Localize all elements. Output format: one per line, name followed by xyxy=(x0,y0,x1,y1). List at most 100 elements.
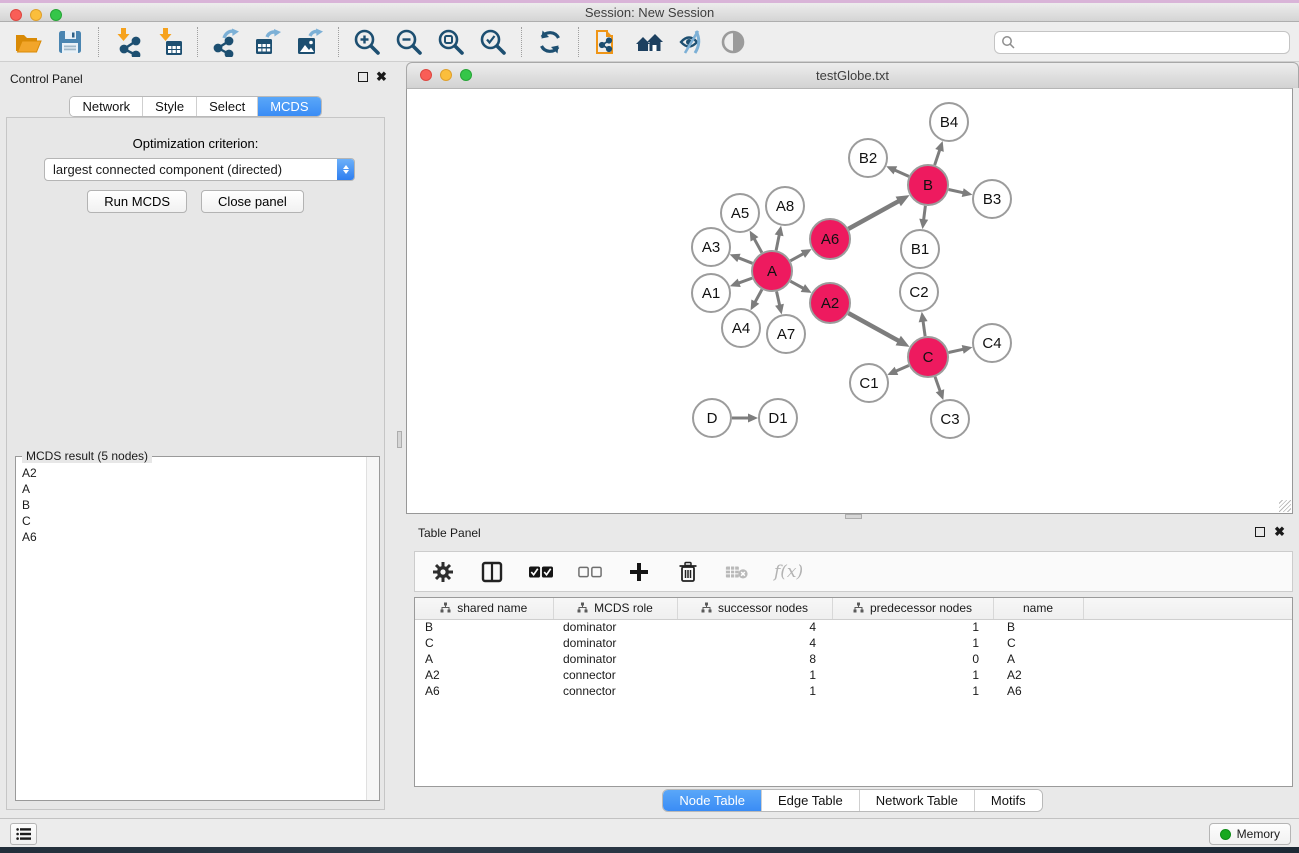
graph-node-A5[interactable]: A5 xyxy=(721,194,759,232)
export-network-icon[interactable] xyxy=(211,27,241,57)
graph-node-A8[interactable]: A8 xyxy=(766,187,804,225)
edge-C-C3[interactable] xyxy=(935,377,940,392)
run-mcds-button[interactable]: Run MCDS xyxy=(87,190,187,213)
table-row[interactable]: Cdominator41C xyxy=(415,635,1292,651)
table-row[interactable]: Bdominator41B xyxy=(415,619,1292,635)
network-close-icon[interactable] xyxy=(420,69,432,81)
network-minimize-icon[interactable] xyxy=(440,69,452,81)
tab-node-table[interactable]: Node Table xyxy=(663,790,761,811)
tab-network-table[interactable]: Network Table xyxy=(859,790,974,811)
graph-node-C2[interactable]: C2 xyxy=(900,273,938,311)
edge-A-A5[interactable] xyxy=(754,238,762,253)
task-history-button[interactable] xyxy=(10,823,37,845)
graph-node-B1[interactable]: B1 xyxy=(901,230,939,268)
result-item[interactable]: A xyxy=(17,481,365,497)
edge-A-A4[interactable] xyxy=(755,289,762,303)
vertical-splitter-handle[interactable] xyxy=(397,431,402,448)
graph-node-A[interactable]: A xyxy=(752,251,792,291)
result-item[interactable]: B xyxy=(17,497,365,513)
delete-column-trash-icon[interactable] xyxy=(676,560,700,584)
close-panel-icon[interactable]: ✖ xyxy=(376,72,387,82)
import-network-icon[interactable] xyxy=(112,27,142,57)
hide-selected-icon[interactable] xyxy=(676,27,706,57)
edge-C-C2[interactable] xyxy=(923,320,925,336)
column-header-successor-nodes[interactable]: successor nodes xyxy=(677,598,832,619)
column-header-predecessor-nodes[interactable]: predecessor nodes xyxy=(832,598,993,619)
graph-node-A7[interactable]: A7 xyxy=(767,315,805,353)
tab-edge-table[interactable]: Edge Table xyxy=(761,790,859,811)
zoom-in-icon[interactable] xyxy=(352,27,382,57)
result-item[interactable]: C xyxy=(17,513,365,529)
tab-motifs[interactable]: Motifs xyxy=(974,790,1042,811)
edge-B-B2[interactable] xyxy=(894,170,909,177)
zoom-fit-icon[interactable] xyxy=(436,27,466,57)
import-table-icon[interactable] xyxy=(154,27,184,57)
edge-C-C1[interactable] xyxy=(895,365,909,371)
zoom-selected-icon[interactable] xyxy=(478,27,508,57)
edge-B-B4[interactable] xyxy=(935,149,940,165)
graph-node-A3[interactable]: A3 xyxy=(692,228,730,266)
table-row[interactable]: Adominator80A xyxy=(415,651,1292,667)
result-scrollbar[interactable] xyxy=(366,457,379,800)
optimization-criterion-select[interactable]: largest connected component (directed) xyxy=(44,158,355,181)
tab-network[interactable]: Network xyxy=(70,97,142,116)
graph-node-A2[interactable]: A2 xyxy=(810,283,850,323)
save-session-icon[interactable] xyxy=(55,27,85,57)
graph-node-C3[interactable]: C3 xyxy=(931,400,969,438)
edge-A-A7[interactable] xyxy=(777,291,780,306)
edge-B-B1[interactable] xyxy=(924,206,926,221)
graph-node-B3[interactable]: B3 xyxy=(973,180,1011,218)
resize-grip-icon[interactable] xyxy=(1279,500,1291,512)
edge-A-A6[interactable] xyxy=(790,253,804,261)
graph-node-A4[interactable]: A4 xyxy=(722,309,760,347)
float-table-panel-icon[interactable] xyxy=(1255,527,1265,537)
table-row[interactable]: A6connector11A6 xyxy=(415,683,1292,699)
deselect-all-checkboxes-icon[interactable] xyxy=(578,560,602,584)
edge-A-A2[interactable] xyxy=(790,281,804,289)
graph-node-D1[interactable]: D1 xyxy=(759,399,797,437)
column-header-name[interactable]: name xyxy=(993,598,1083,619)
edge-A-A1[interactable] xyxy=(738,278,752,283)
select-all-checkboxes-icon[interactable] xyxy=(529,560,553,584)
graph-node-B[interactable]: B xyxy=(908,165,948,205)
edge-A-A8[interactable] xyxy=(776,234,779,250)
column-header-MCDS-role[interactable]: MCDS role xyxy=(553,598,677,619)
minimize-window-icon[interactable] xyxy=(30,9,42,21)
search-input[interactable] xyxy=(1020,36,1283,50)
refresh-icon[interactable] xyxy=(535,27,565,57)
graph-node-C4[interactable]: C4 xyxy=(973,324,1011,362)
result-item[interactable]: A6 xyxy=(17,529,365,545)
export-image-icon[interactable] xyxy=(295,27,325,57)
edge-C-C4[interactable] xyxy=(949,349,965,352)
result-item[interactable]: A2 xyxy=(17,465,365,481)
network-canvas[interactable]: AA1A2A3A4A5A6A7A8BB1B2B3B4CC1C2C3C4DD1 xyxy=(406,88,1293,514)
graph-node-A6[interactable]: A6 xyxy=(810,219,850,259)
open-session-icon[interactable] xyxy=(13,27,43,57)
float-panel-icon[interactable] xyxy=(358,72,368,82)
search-field[interactable] xyxy=(994,31,1290,54)
export-table-icon[interactable] xyxy=(253,27,283,57)
edge-A6-B[interactable] xyxy=(848,201,899,229)
edge-A-A3[interactable] xyxy=(738,257,753,263)
tab-style[interactable]: Style xyxy=(142,97,196,116)
tab-select[interactable]: Select xyxy=(196,97,257,116)
column-header-shared-name[interactable]: shared name xyxy=(415,598,553,619)
graph-node-B4[interactable]: B4 xyxy=(930,103,968,141)
zoom-window-icon[interactable] xyxy=(50,9,62,21)
graph-node-C1[interactable]: C1 xyxy=(850,364,888,402)
graph-node-C[interactable]: C xyxy=(908,337,948,377)
home-icon[interactable] xyxy=(634,27,664,57)
horizontal-splitter-handle[interactable] xyxy=(845,514,862,519)
network-window-titlebar[interactable]: testGlobe.txt xyxy=(406,62,1299,88)
network-zoom-icon[interactable] xyxy=(460,69,472,81)
table-settings-gear-icon[interactable] xyxy=(431,560,455,584)
table-row[interactable]: A2connector11A2 xyxy=(415,667,1292,683)
graph-node-B2[interactable]: B2 xyxy=(849,139,887,177)
close-table-panel-icon[interactable]: ✖ xyxy=(1274,527,1285,537)
graph-node-A1[interactable]: A1 xyxy=(692,274,730,312)
edge-A2-C[interactable] xyxy=(848,313,899,341)
close-panel-button[interactable]: Close panel xyxy=(201,190,304,213)
tab-mcds[interactable]: MCDS xyxy=(257,97,320,116)
new-network-file-icon[interactable] xyxy=(592,27,622,57)
zoom-out-icon[interactable] xyxy=(394,27,424,57)
